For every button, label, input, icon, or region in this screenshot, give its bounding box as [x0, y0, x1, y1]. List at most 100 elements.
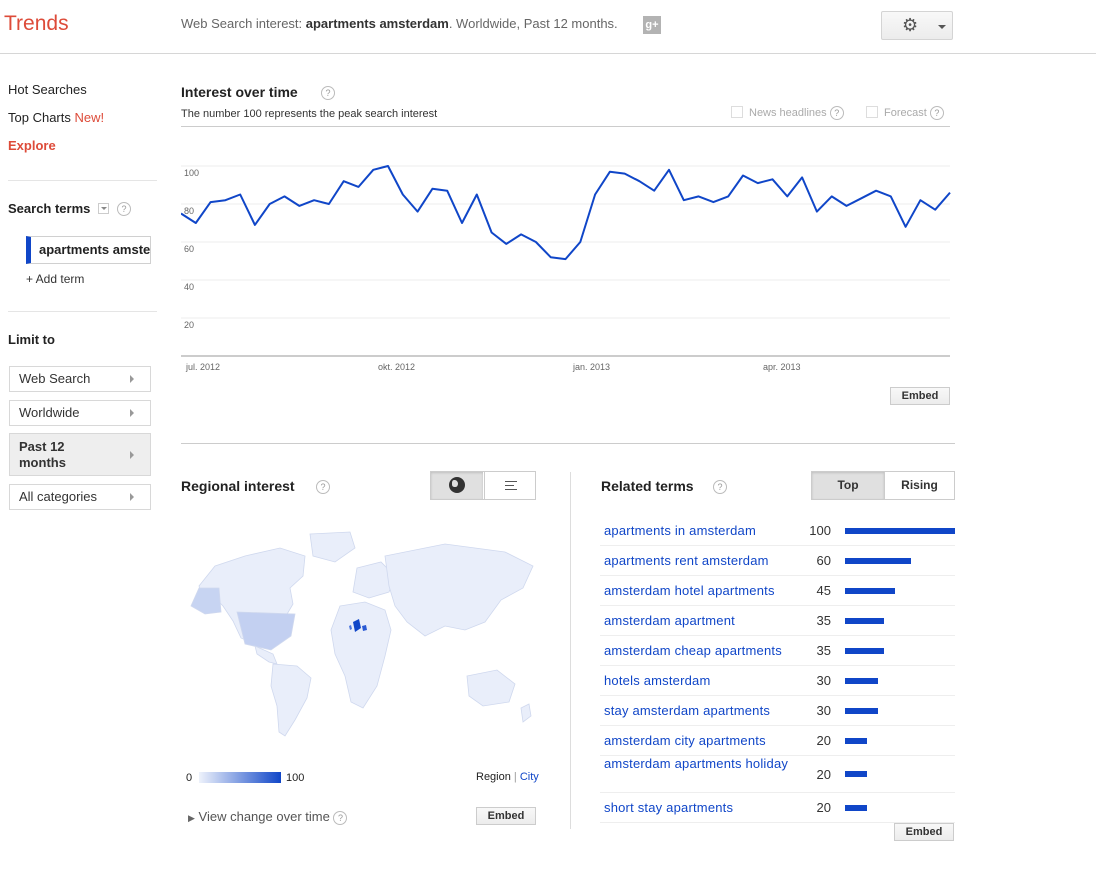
data-point[interactable] — [904, 225, 908, 229]
help-icon[interactable]: ? — [321, 86, 335, 100]
data-point[interactable] — [238, 193, 242, 197]
city-link[interactable]: City — [520, 771, 539, 783]
data-point[interactable] — [845, 204, 849, 208]
related-term-row[interactable]: amsterdam hotel apartments 45 — [600, 576, 955, 606]
related-term-row[interactable]: short stay apartments 20 — [600, 793, 955, 823]
data-point[interactable] — [815, 210, 819, 214]
data-point[interactable] — [386, 164, 390, 168]
help-icon[interactable]: ? — [929, 106, 944, 120]
region-greenland[interactable] — [309, 531, 356, 563]
limit-worldwide[interactable]: Worldwide — [9, 400, 151, 426]
data-point[interactable] — [194, 221, 198, 225]
data-point[interactable] — [475, 193, 479, 197]
help-icon[interactable]: ? — [333, 811, 348, 825]
related-term-row[interactable]: amsterdam city apartments 20 — [600, 726, 955, 756]
region-link[interactable]: Region — [476, 771, 511, 783]
trends-logo[interactable]: Trends — [4, 12, 69, 36]
data-point[interactable] — [460, 221, 464, 225]
data-point[interactable] — [209, 200, 213, 204]
help-icon[interactable]: ? — [829, 106, 844, 120]
related-term-row[interactable]: stay amsterdam apartments 30 — [600, 696, 955, 726]
related-term-row[interactable]: hotels amsterdam 30 — [600, 666, 955, 696]
forecast-toggle[interactable]: Forecast ? — [866, 106, 944, 120]
data-point[interactable] — [933, 208, 937, 212]
related-term-link[interactable]: short stay apartments — [604, 800, 733, 815]
list-view-button[interactable] — [484, 472, 536, 499]
data-point[interactable] — [504, 242, 508, 246]
view-change-over-time[interactable]: ▶ View change over time ? — [188, 809, 348, 825]
tab-top[interactable]: Top — [812, 472, 884, 499]
related-term-row[interactable]: apartments rent amsterdam 60 — [600, 546, 955, 576]
limit-category[interactable]: All categories — [9, 484, 151, 510]
data-point[interactable] — [519, 232, 523, 236]
related-term-link[interactable]: amsterdam apartment — [604, 613, 735, 628]
data-point[interactable] — [652, 189, 656, 193]
region-australia[interactable] — [466, 669, 516, 707]
data-point[interactable] — [623, 172, 627, 176]
sidebar-item-top-charts[interactable]: Top Charts New! — [8, 110, 104, 125]
data-point[interactable] — [549, 255, 553, 259]
data-point[interactable] — [223, 198, 227, 202]
data-point[interactable] — [800, 175, 804, 179]
data-point[interactable] — [874, 189, 878, 193]
data-point[interactable] — [371, 168, 375, 172]
related-term-link[interactable]: amsterdam apartments holiday — [604, 756, 788, 771]
tab-rising[interactable]: Rising — [884, 472, 954, 499]
data-point[interactable] — [268, 202, 272, 206]
data-point[interactable] — [430, 187, 434, 191]
map-view-button[interactable] — [431, 472, 483, 499]
data-point[interactable] — [859, 196, 863, 200]
region-usa[interactable] — [236, 611, 296, 651]
related-term-link[interactable]: amsterdam city apartments — [604, 733, 766, 748]
data-point[interactable] — [889, 194, 893, 198]
embed-button[interactable]: Embed — [476, 807, 536, 825]
data-point[interactable] — [253, 223, 257, 227]
data-point[interactable] — [445, 189, 449, 193]
embed-button[interactable]: Embed — [894, 823, 954, 841]
data-point[interactable] — [756, 181, 760, 185]
region-new-zealand[interactable] — [520, 703, 532, 723]
settings-button[interactable]: ⚙ — [881, 11, 953, 40]
related-term-row[interactable]: amsterdam cheap apartments 35 — [600, 636, 955, 666]
data-point[interactable] — [682, 198, 686, 202]
data-point[interactable] — [534, 240, 538, 244]
data-point[interactable] — [771, 177, 775, 181]
limit-web-search[interactable]: Web Search — [9, 366, 151, 392]
data-point[interactable] — [401, 193, 405, 197]
news-headlines-checkbox[interactable] — [731, 106, 743, 118]
data-point[interactable] — [608, 170, 612, 174]
world-map[interactable] — [185, 526, 537, 762]
related-term-link[interactable]: amsterdam cheap apartments — [604, 643, 782, 658]
data-point[interactable] — [357, 185, 361, 189]
data-point[interactable] — [830, 194, 834, 198]
sidebar-item-hot-searches[interactable]: Hot Searches — [8, 82, 87, 97]
related-term-link[interactable]: apartments in amsterdam — [604, 523, 756, 538]
google-plus-icon[interactable]: g+ — [643, 16, 661, 34]
sidebar-item-explore[interactable]: Explore — [8, 138, 56, 153]
data-point[interactable] — [564, 257, 568, 261]
region-alaska[interactable] — [190, 587, 222, 615]
related-term-link[interactable]: amsterdam hotel apartments — [604, 583, 775, 598]
news-headlines-toggle[interactable]: News headlines ? — [731, 106, 844, 120]
help-icon[interactable]: ? — [117, 202, 131, 216]
data-point[interactable] — [297, 204, 301, 208]
data-point[interactable] — [741, 174, 745, 178]
data-point[interactable] — [667, 168, 671, 172]
add-term-link[interactable]: + Add term — [26, 272, 84, 286]
related-term-row[interactable]: apartments in amsterdam 100 — [600, 516, 955, 546]
data-point[interactable] — [948, 191, 952, 195]
data-point[interactable] — [918, 198, 922, 202]
series-line[interactable] — [181, 165, 951, 261]
related-term-link[interactable]: stay amsterdam apartments — [604, 703, 770, 718]
region-africa[interactable] — [330, 601, 392, 709]
embed-button[interactable]: Embed — [890, 387, 950, 405]
related-term-link[interactable]: hotels amsterdam — [604, 673, 711, 688]
search-term-chip[interactable]: apartments amsterdam — [26, 236, 151, 264]
data-point[interactable] — [342, 179, 346, 183]
data-point[interactable] — [312, 198, 316, 202]
data-point[interactable] — [697, 194, 701, 198]
data-point[interactable] — [327, 202, 331, 206]
data-point[interactable] — [785, 194, 789, 198]
data-point[interactable] — [578, 240, 582, 244]
data-point[interactable] — [711, 200, 715, 204]
